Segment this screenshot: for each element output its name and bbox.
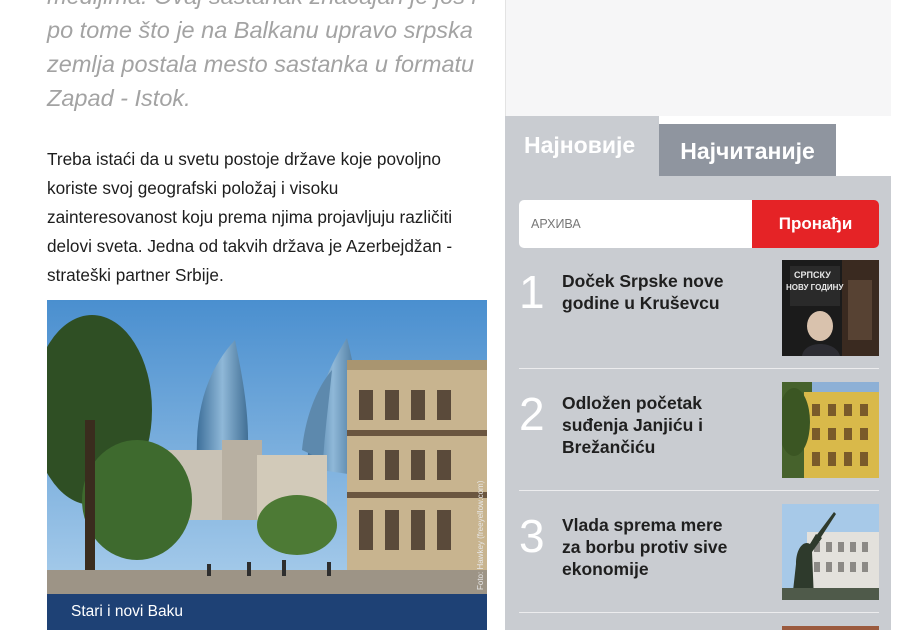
body-line: koriste svoj geografski položaj i visoku bbox=[47, 178, 339, 198]
news-title-line: suđenja Janjiću i bbox=[562, 415, 704, 435]
news-item[interactable]: 3 Vlada sprema mere za borbu protiv sive… bbox=[519, 504, 879, 626]
news-divider bbox=[519, 612, 879, 613]
news-thumbnail-partial[interactable] bbox=[782, 626, 879, 630]
quote-line: zemlja postala mesto sastanka u formatu bbox=[47, 51, 475, 77]
news-thumbnail[interactable] bbox=[782, 504, 879, 600]
news-item[interactable]: 2 Odložen početak suđenja Janjiću i Brež… bbox=[519, 382, 879, 504]
article-quote: medijima. Ovaj sastanak značajan je još … bbox=[47, 0, 497, 115]
search-button[interactable]: Пронађи bbox=[752, 200, 879, 248]
photo-credit: Foto: Hawkey (freeyellow.com) bbox=[476, 480, 485, 590]
body-line: delovi sveta. Jedna od takvih država je … bbox=[47, 236, 453, 256]
news-title-line: Odložen početak bbox=[562, 393, 703, 413]
article-photo-baku[interactable]: Foto: Hawkey (freeyellow.com) bbox=[47, 300, 487, 594]
news-title-line: Vlada sprema mere bbox=[562, 515, 723, 535]
news-rank: 3 bbox=[519, 510, 545, 562]
news-title-line: ekonomije bbox=[562, 559, 649, 579]
article-body: Treba istaći da u svetu postoje države k… bbox=[47, 145, 487, 290]
body-line: zainteresovanost koju prema njima projav… bbox=[47, 207, 453, 227]
news-rank: 1 bbox=[519, 266, 545, 318]
baku-skyline-image: Foto: Hawkey (freeyellow.com) bbox=[47, 300, 487, 594]
news-item[interactable]: 1 Doček Srpske nove godine u Kruševcu СР… bbox=[519, 260, 879, 382]
poster-text: СРПСКУ bbox=[794, 270, 831, 280]
tab-most-read-label: Најчитаније bbox=[680, 138, 815, 164]
body-line: strateški partner Srbije. bbox=[47, 265, 224, 285]
news-title-line: za borbu protiv sive bbox=[562, 537, 728, 557]
article-column: medijima. Ovaj sastanak značajan je još … bbox=[0, 0, 505, 630]
news-title[interactable]: Vlada sprema mere za borbu protiv sive e… bbox=[562, 514, 767, 580]
news-thumbnail-image bbox=[782, 504, 879, 600]
poster-text: НОВУ ГОДИНУ bbox=[786, 283, 844, 292]
quote-line: po tome što je na Balkanu upravo srpska bbox=[47, 17, 473, 43]
news-title-line: godine u Kruševcu bbox=[562, 293, 720, 313]
tab-latest-label: Најновије bbox=[524, 132, 636, 158]
body-line: Treba istaći da u svetu postoje države k… bbox=[47, 149, 441, 169]
quote-line: Zapad - Istok. bbox=[47, 85, 191, 111]
photo-caption: Stari i novi Baku bbox=[47, 594, 487, 630]
news-title[interactable]: Odložen početak suđenja Janjiću i Brežan… bbox=[562, 392, 767, 458]
archive-search-input[interactable] bbox=[519, 200, 752, 248]
news-rank: 2 bbox=[519, 388, 545, 440]
news-thumbnail-image: СРПСКУ НОВУ ГОДИНУ bbox=[782, 260, 879, 356]
sidebar-ad-space bbox=[505, 0, 891, 116]
page-margin bbox=[891, 0, 923, 630]
news-title-line: Doček Srpske nove bbox=[562, 271, 724, 291]
news-thumbnail[interactable]: СРПСКУ НОВУ ГОДИНУ bbox=[782, 260, 879, 356]
news-divider bbox=[519, 490, 879, 491]
news-divider bbox=[519, 368, 879, 369]
tab-latest[interactable]: Најновије bbox=[505, 116, 659, 176]
news-thumbnail[interactable] bbox=[782, 382, 879, 478]
quote-line: medijima. Ovaj sastanak značajan je još … bbox=[47, 0, 497, 13]
news-thumbnail-image bbox=[782, 382, 879, 478]
news-title[interactable]: Doček Srpske nove godine u Kruševcu bbox=[562, 270, 767, 314]
news-title-line: Brežančiću bbox=[562, 437, 656, 457]
tab-most-read[interactable]: Најчитаније bbox=[659, 124, 836, 176]
